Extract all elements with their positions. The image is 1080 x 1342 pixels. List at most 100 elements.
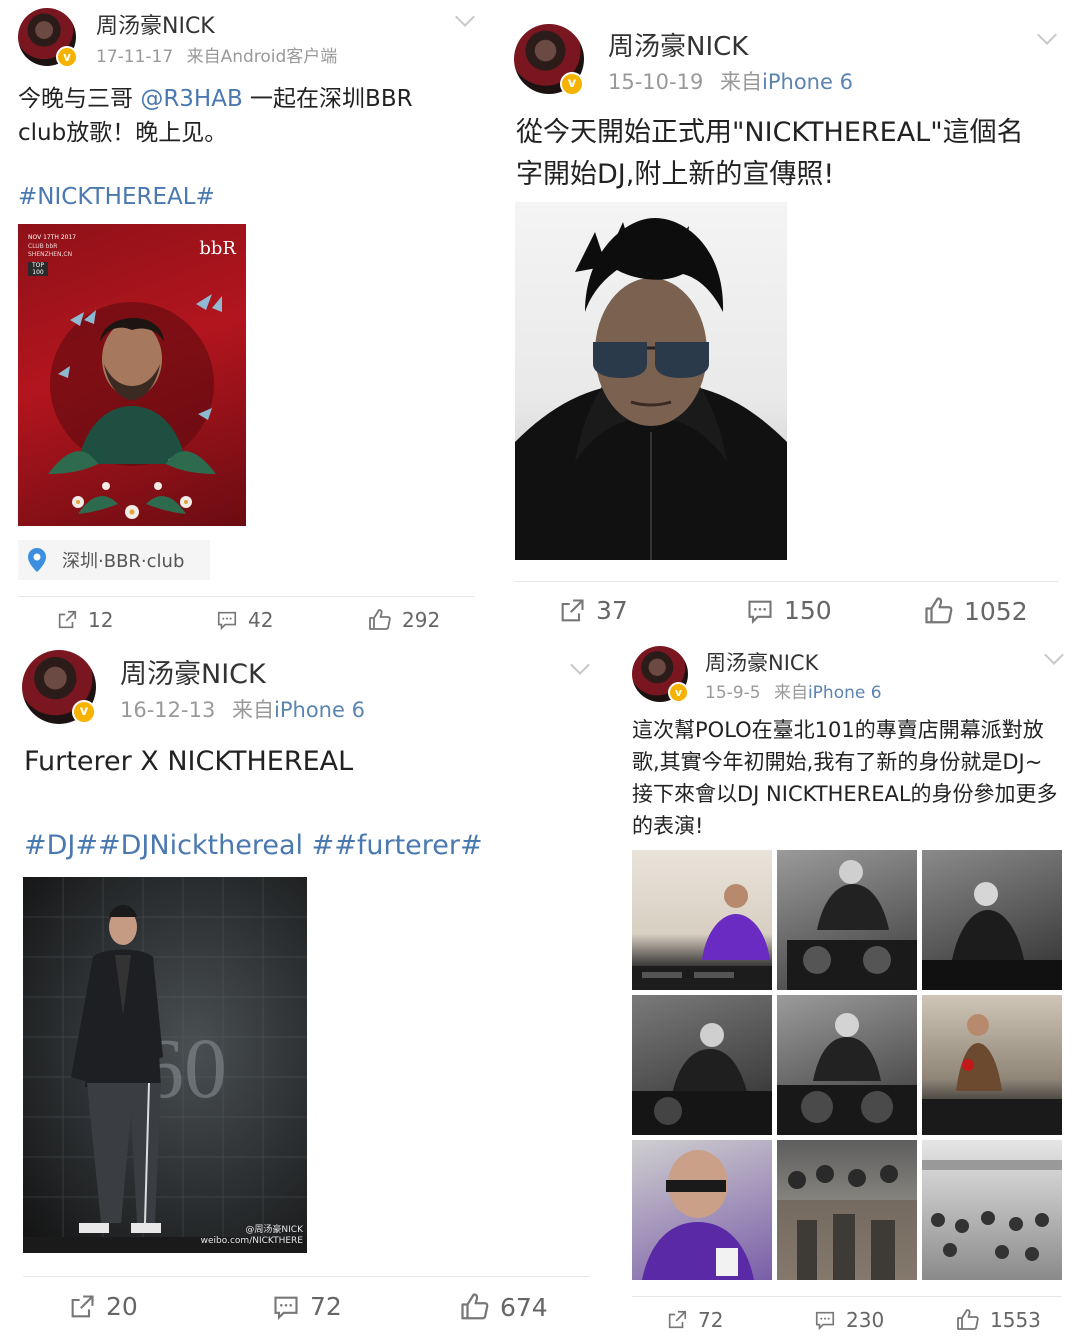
comment-button[interactable]: 72	[272, 1292, 342, 1321]
mention-link[interactable]: @R3HAB	[140, 86, 242, 112]
repost-count: 37	[596, 596, 628, 625]
source-prefix: 来自	[186, 47, 221, 67]
verified-badge-icon: v	[560, 72, 584, 96]
grid-photo-6[interactable]	[922, 995, 1062, 1135]
comment-count: 230	[846, 1308, 885, 1332]
like-count: 674	[500, 1292, 548, 1322]
like-button[interactable]: 292	[368, 608, 440, 632]
repost-icon	[666, 1309, 688, 1331]
like-count: 1052	[964, 596, 1028, 626]
repost-button[interactable]: 37	[558, 596, 628, 625]
post-image-event[interactable]: 60 @周汤豪NICK weibo.com/NICKTHERE	[23, 877, 307, 1253]
post-text: 從今天開始正式用"NICKTHEREAL"這個名字開始DJ,附上新的宣傳照!	[516, 117, 1024, 190]
thumbs-up-icon	[956, 1308, 980, 1332]
comment-icon	[814, 1309, 836, 1331]
repost-icon	[56, 609, 78, 631]
post-date: 17-11-17	[96, 47, 174, 67]
divider	[515, 581, 1058, 582]
grid-photo-4[interactable]	[632, 995, 772, 1135]
post-meta: 15-10-19 来自iPhone 6	[608, 66, 853, 96]
comment-button[interactable]: 230	[814, 1308, 884, 1332]
post-meta: 17-11-17 来自Android客户端	[96, 42, 337, 67]
weibo-post-4: v 周汤豪NICK 15-9-5 来自iPhone 6 這次幫POLO在臺北10…	[616, 640, 1080, 1342]
chevron-down-icon[interactable]	[1044, 645, 1064, 665]
verified-badge-icon: v	[72, 700, 96, 724]
like-button[interactable]: 1052	[924, 596, 1028, 626]
post-source[interactable]: iPhone 6	[762, 70, 853, 94]
thumbs-up-icon	[368, 608, 392, 632]
grid-photo-2[interactable]	[777, 850, 917, 990]
username[interactable]: 周汤豪NICK	[120, 652, 266, 691]
username[interactable]: 周汤豪NICK	[705, 647, 818, 677]
grid-photo-3[interactable]	[922, 850, 1062, 990]
grid-photo-7[interactable]	[632, 1140, 772, 1280]
repost-count: 72	[698, 1308, 724, 1332]
comment-count: 150	[784, 596, 832, 625]
comment-icon	[216, 609, 238, 631]
comment-count: 72	[310, 1292, 342, 1321]
photo-grid	[632, 850, 1062, 1280]
source-prefix: 来自	[773, 683, 808, 703]
divider	[632, 1296, 1062, 1297]
post-source: Android客户端	[220, 47, 338, 67]
poster-artwork	[48, 294, 222, 519]
username[interactable]: 周汤豪NICK	[96, 8, 215, 40]
photo-art	[632, 1023, 772, 1135]
post-source[interactable]: iPhone 6	[274, 698, 365, 722]
photo-art	[777, 1013, 917, 1135]
location-label: 深圳·BBR·club	[62, 551, 185, 572]
like-button[interactable]: 674	[460, 1292, 548, 1322]
like-count: 1553	[990, 1308, 1041, 1332]
repost-button[interactable]: 72	[666, 1308, 723, 1332]
weibo-post-3: v 周汤豪NICK 16-12-13 来自iPhone 6 Furterer X…	[0, 640, 612, 1342]
weibo-post-1: v 周汤豪NICK 17-11-17 来自Android客户端 今晚与三哥 @R…	[0, 0, 500, 640]
comment-icon	[272, 1293, 300, 1321]
photo-art	[632, 884, 772, 990]
location-pin-icon	[28, 548, 46, 572]
post-text: 這次幫POLO在臺北101的專賣店開幕派對放歌,其實今年初開始,我有了新的身份就…	[632, 718, 1058, 838]
chevron-down-icon[interactable]	[1037, 25, 1057, 45]
repost-button[interactable]: 12	[56, 608, 113, 632]
chevron-down-icon[interactable]	[570, 655, 590, 675]
post-text: Furterer X NICKTHEREAL	[24, 746, 354, 777]
portrait-artwork	[515, 218, 787, 560]
location-tag[interactable]: 深圳·BBR·club	[18, 540, 210, 580]
like-button[interactable]: 1553	[956, 1308, 1041, 1332]
photo-art	[922, 882, 1062, 990]
post-source[interactable]: iPhone 6	[808, 683, 882, 703]
source-prefix: 来自	[720, 70, 763, 94]
source-prefix: 来自	[232, 698, 275, 722]
photo-art	[777, 1165, 917, 1280]
grid-photo-1[interactable]	[632, 850, 772, 990]
repost-count: 12	[88, 608, 114, 632]
post-date: 15-10-19	[608, 70, 704, 94]
comment-button[interactable]: 150	[746, 596, 832, 625]
grid-photo-5[interactable]	[777, 995, 917, 1135]
post-image-portrait[interactable]	[515, 202, 787, 560]
post-meta: 16-12-13 来自iPhone 6	[120, 694, 365, 724]
divider	[18, 596, 474, 597]
repost-icon	[68, 1293, 96, 1321]
thumbs-up-icon	[460, 1292, 490, 1322]
repost-count: 20	[106, 1292, 138, 1321]
chevron-down-icon[interactable]	[455, 7, 475, 27]
thumbs-up-icon	[924, 596, 954, 626]
comment-button[interactable]: 42	[216, 608, 273, 632]
hashtag-link[interactable]: #NICKTHEREAL#	[18, 184, 215, 210]
comment-count: 42	[248, 608, 274, 632]
event-artwork: 60	[23, 877, 307, 1253]
divider	[23, 1276, 590, 1277]
comment-icon	[746, 597, 774, 625]
like-count: 292	[402, 608, 441, 632]
username[interactable]: 周汤豪NICK	[608, 26, 748, 63]
verified-badge-icon: v	[668, 682, 689, 703]
grid-photo-8[interactable]	[777, 1140, 917, 1280]
post-image-poster[interactable]: NOV 17TH 2017 CLUB bbR SHENZHEN,CN TOP 1…	[18, 224, 246, 526]
photo-art	[787, 860, 917, 990]
grid-photo-9[interactable]	[922, 1140, 1062, 1280]
verified-badge-icon: v	[56, 46, 78, 68]
repost-button[interactable]: 20	[68, 1292, 138, 1321]
photo-art	[642, 1150, 754, 1280]
photo-art	[922, 1014, 1062, 1135]
hashtag-link[interactable]: #DJ##DJNickthereal ##furterer#	[24, 830, 483, 861]
